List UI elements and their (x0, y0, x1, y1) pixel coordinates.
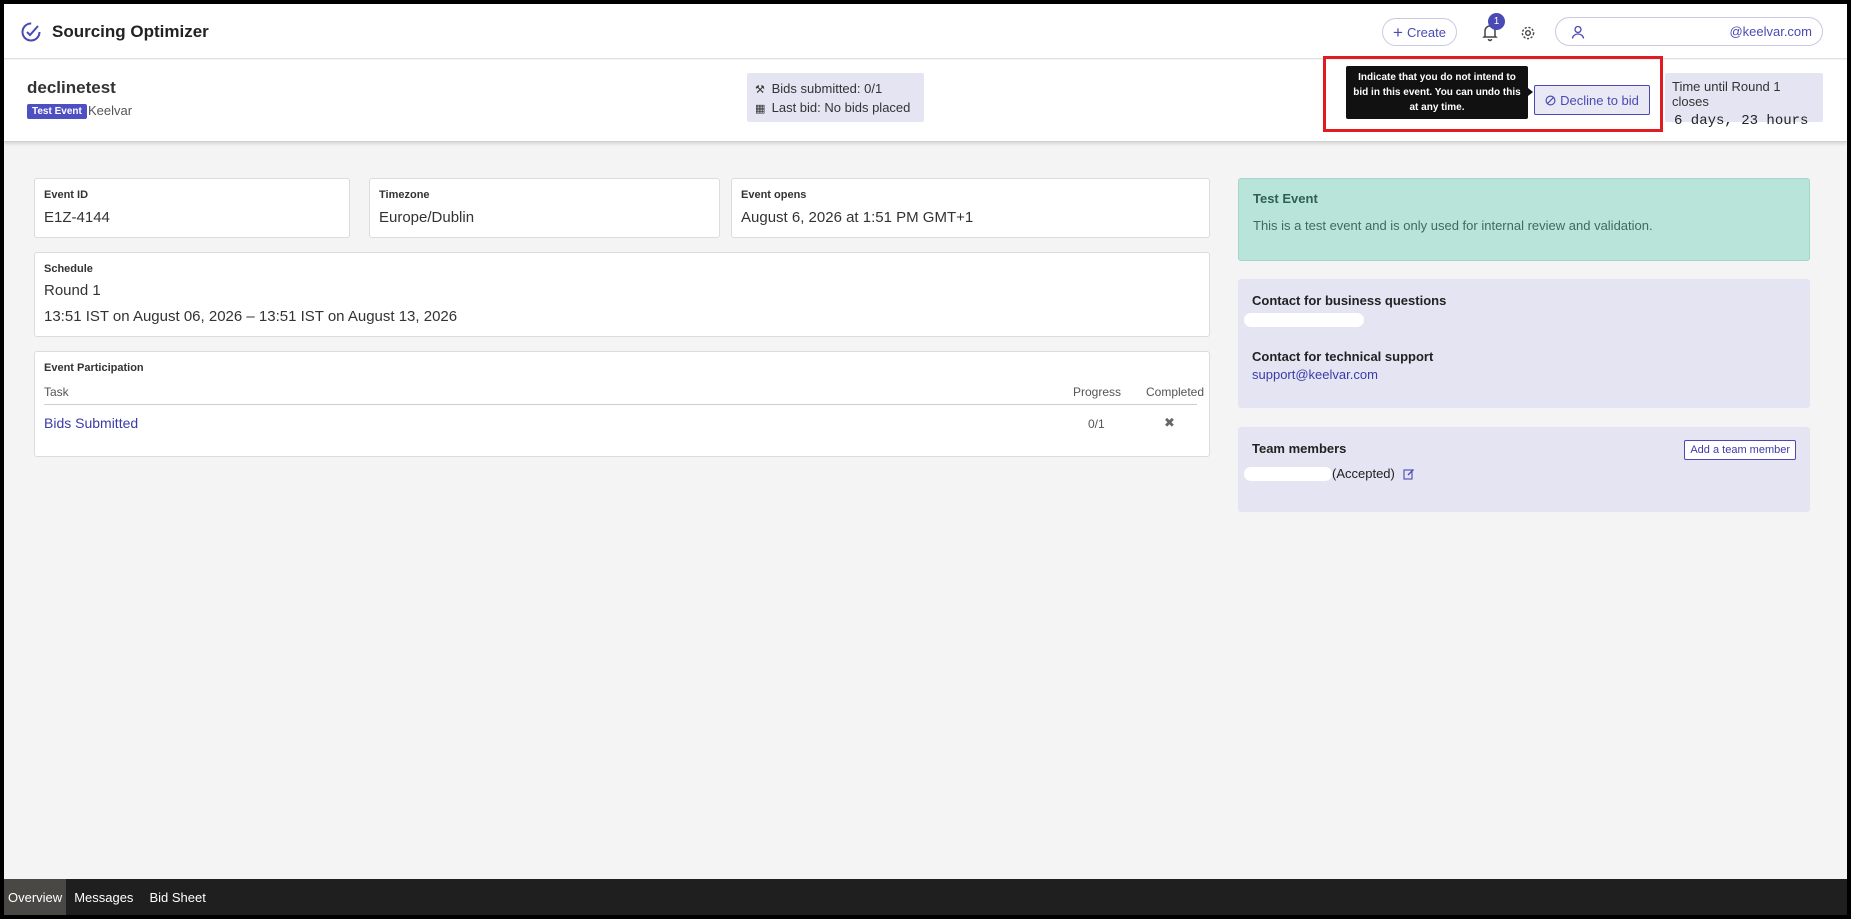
not-completed-icon: ✖ (1164, 415, 1175, 430)
test-event-badge: Test Event (27, 104, 87, 119)
col-task: Task (44, 385, 69, 399)
event-id-label: Event ID (44, 189, 89, 201)
bids-submitted-link[interactable]: Bids Submitted (44, 415, 138, 431)
last-bid-text: Last bid: No bids placed (771, 100, 911, 115)
user-menu[interactable]: @keelvar.com (1555, 17, 1823, 46)
event-header: declinetest Test Event Keelvar ⚒ Bids su… (4, 56, 1847, 142)
participation-table-header: Task Progress Completed (44, 385, 1204, 405)
user-email: @keelvar.com (1729, 24, 1812, 39)
countdown-value: 6 days, 23 hours (1674, 113, 1809, 129)
create-button[interactable]: + Create (1382, 18, 1457, 46)
business-contact-label: Contact for business questions (1252, 293, 1447, 308)
decline-label: Decline to bid (1560, 92, 1639, 108)
notification-count-badge: 1 (1488, 13, 1505, 30)
schedule-label: Schedule (44, 263, 93, 275)
app-frame: Sourcing Optimizer + Create 1 @keelvar.c… (4, 4, 1847, 915)
tab-bid-sheet[interactable]: Bid Sheet (141, 879, 213, 915)
test-notice-desc: This is a test event and is only used fo… (1253, 218, 1653, 233)
event-id-value: E1Z-4144 (44, 209, 110, 226)
ban-icon (1545, 95, 1556, 105)
tech-support-email-link[interactable]: support@keelvar.com (1252, 367, 1796, 382)
gear-icon[interactable] (1520, 25, 1536, 41)
add-team-member-button[interactable]: Add a team member (1684, 440, 1796, 460)
participation-card: Event Participation Task Progress Comple… (34, 351, 1210, 457)
tab-overview[interactable]: Overview (4, 879, 67, 915)
tab-messages[interactable]: Messages (66, 879, 141, 915)
test-notice-title: Test Event (1253, 191, 1318, 206)
create-label: Create (1406, 24, 1446, 40)
app-title: Sourcing Optimizer (52, 22, 209, 41)
bids-submitted-text: Bids submitted: 0/1 (771, 81, 883, 96)
member-status: (Accepted) (1332, 466, 1395, 481)
bids-status-box: ⚒ Bids submitted: 0/1 ▦ Last bid: No bid… (747, 73, 924, 122)
test-event-notice: Test Event This is a test event and is o… (1238, 178, 1810, 261)
timezone-value: Europe/Dublin (379, 209, 475, 226)
progress-value: 0/1 (1088, 417, 1105, 431)
tech-contact-label: Contact for technical support (1252, 349, 1434, 364)
schedule-card: Schedule Round 1 13:51 IST on August 06,… (34, 252, 1210, 337)
event-opens-value: August 6, 2026 at 1:51 PM GMT+1 (741, 209, 974, 226)
schedule-range: 13:51 IST on August 06, 2026 – 13:51 IST… (44, 308, 458, 325)
event-opens-card: Event opens August 6, 2026 at 1:51 PM GM… (731, 178, 1210, 238)
event-opens-label: Event opens (741, 189, 807, 201)
app-logo-icon[interactable] (20, 21, 42, 43)
edit-icon[interactable] (1403, 468, 1415, 480)
decline-tooltip: Indicate that you do not intend to bid i… (1346, 66, 1533, 119)
redacted-business-contact (1244, 313, 1364, 327)
redacted-member-name (1244, 466, 1332, 481)
countdown-label: Time until Round 1 closes (1672, 79, 1781, 109)
top-nav: Sourcing Optimizer + Create 1 @keelvar.c… (4, 4, 1847, 59)
plus-icon: + (1393, 22, 1403, 42)
decline-to-bid-button[interactable]: Decline to bid (1534, 85, 1650, 115)
col-progress: Progress (1073, 385, 1122, 399)
round-countdown: Time until Round 1 closes 6 days, 23 hou… (1665, 73, 1823, 129)
user-icon (1571, 25, 1585, 39)
timezone-card: Timezone Europe/Dublin (369, 178, 720, 238)
event-id-card: Event ID E1Z-4144 (34, 178, 350, 238)
participation-label: Event Participation (44, 362, 144, 374)
team-members-panel: Team members Add a team member (Accepted… (1238, 427, 1810, 512)
organization-name: Keelvar (88, 103, 133, 118)
schedule-round: Round 1 (44, 282, 101, 299)
timezone-label: Timezone (379, 189, 430, 201)
team-member-row: (Accepted) (1244, 466, 1415, 481)
calendar-icon: ▦ (755, 103, 766, 115)
col-completed: Completed (1146, 385, 1205, 399)
bottom-tab-bar: Overview Messages Bid Sheet (4, 879, 1847, 915)
gavel-icon: ⚒ (755, 84, 765, 96)
event-name: declinetest (27, 78, 116, 97)
contacts-panel: Contact for business questions Contact f… (1238, 279, 1810, 408)
table-row: Bids Submitted 0/1 ✖ (44, 415, 1197, 439)
